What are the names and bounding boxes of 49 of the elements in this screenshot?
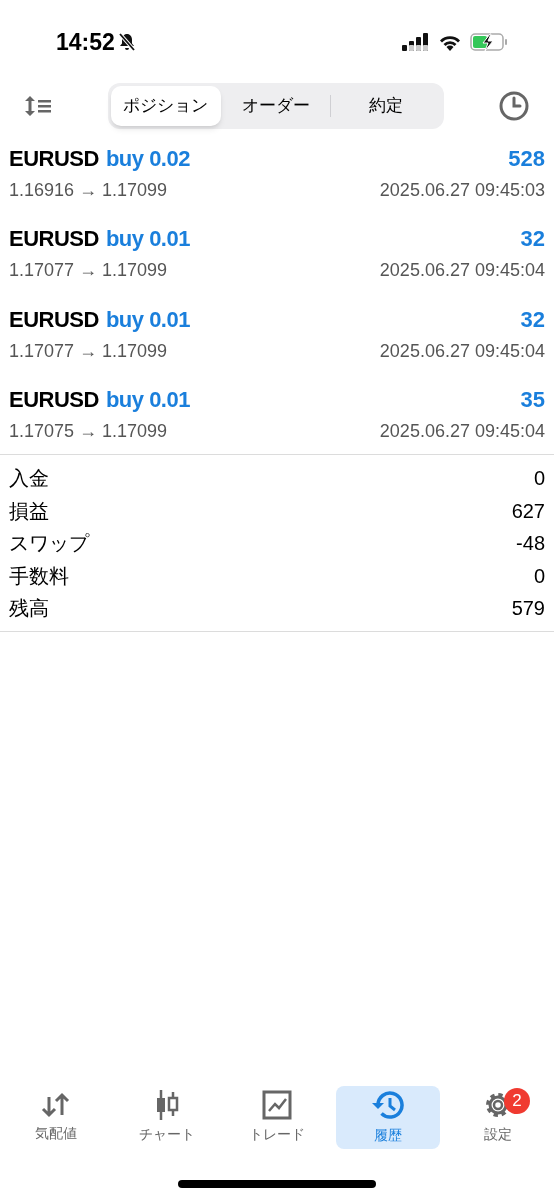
tab-bar-item[interactable]: トレード <box>225 1086 329 1149</box>
trade-time: 2025.06.27 09:45:04 <box>379 339 545 363</box>
history-icon <box>370 1089 405 1121</box>
profit-value: 32 <box>520 225 545 253</box>
symbol-name: EURUSD <box>9 386 99 414</box>
tab-bar-item[interactable]: 履歴 <box>335 1086 440 1149</box>
segment-tab[interactable]: オーダー <box>220 86 331 126</box>
order-type-volume: buy 0.01 <box>105 305 190 334</box>
price-range: 1.17075 → 1.17099 <box>9 420 168 443</box>
price-range: 1.16916 → 1.17099 <box>9 178 168 202</box>
signal-icon <box>402 33 430 51</box>
trade-time: 2025.06.27 09:45:04 <box>379 420 545 443</box>
order-type-volume: buy 0.01 <box>105 225 190 253</box>
battery-charging-icon <box>470 33 508 51</box>
summary-value: -48 <box>516 531 545 557</box>
summary-label: 損益 <box>9 498 49 524</box>
arrows-up-down-icon <box>40 1091 72 1119</box>
tab-bar-item[interactable]: 気配値 <box>4 1086 108 1149</box>
order-type-volume: buy 0.01 <box>105 386 190 414</box>
symbol-name: EURUSD <box>9 144 99 173</box>
trade-time: 2025.06.27 09:45:03 <box>379 178 545 202</box>
trade-time: 2025.06.27 09:45:04 <box>379 259 545 282</box>
price-range: 1.17077 → 1.17099 <box>9 339 168 363</box>
clock-icon[interactable] <box>498 90 530 122</box>
summary-label: 入金 <box>9 466 49 492</box>
line-chart-icon <box>262 1090 292 1120</box>
symbol-name: EURUSD <box>9 225 99 253</box>
summary-value: 0 <box>533 563 545 589</box>
summary-label: 手数料 <box>9 563 69 589</box>
bell-muted-icon <box>116 32 137 52</box>
segment-tab[interactable]: ポジション <box>111 86 221 126</box>
wifi-icon <box>438 33 462 51</box>
summary-value: 627 <box>511 498 545 524</box>
segment-tab[interactable]: 約定 <box>331 86 441 126</box>
summary-label: スワップ <box>9 531 89 557</box>
tab-bar-item[interactable]: 設定 2 <box>446 1086 550 1149</box>
profit-value: 35 <box>520 386 545 414</box>
symbol-name: EURUSD <box>9 305 99 334</box>
profit-value: 32 <box>520 305 545 334</box>
summary-value: 0 <box>533 466 545 492</box>
order-type-volume: buy 0.02 <box>105 144 190 173</box>
tab-bar-item[interactable]: チャート <box>114 1086 219 1149</box>
clock-time: 14:52 <box>56 27 115 57</box>
summary-value: 579 <box>511 596 545 622</box>
notification-badge: 2 <box>504 1088 530 1114</box>
profit-value: 528 <box>508 144 545 173</box>
sort-icon[interactable] <box>24 94 54 118</box>
summary-label: 残高 <box>9 596 49 622</box>
price-range: 1.17077 → 1.17099 <box>9 259 168 282</box>
